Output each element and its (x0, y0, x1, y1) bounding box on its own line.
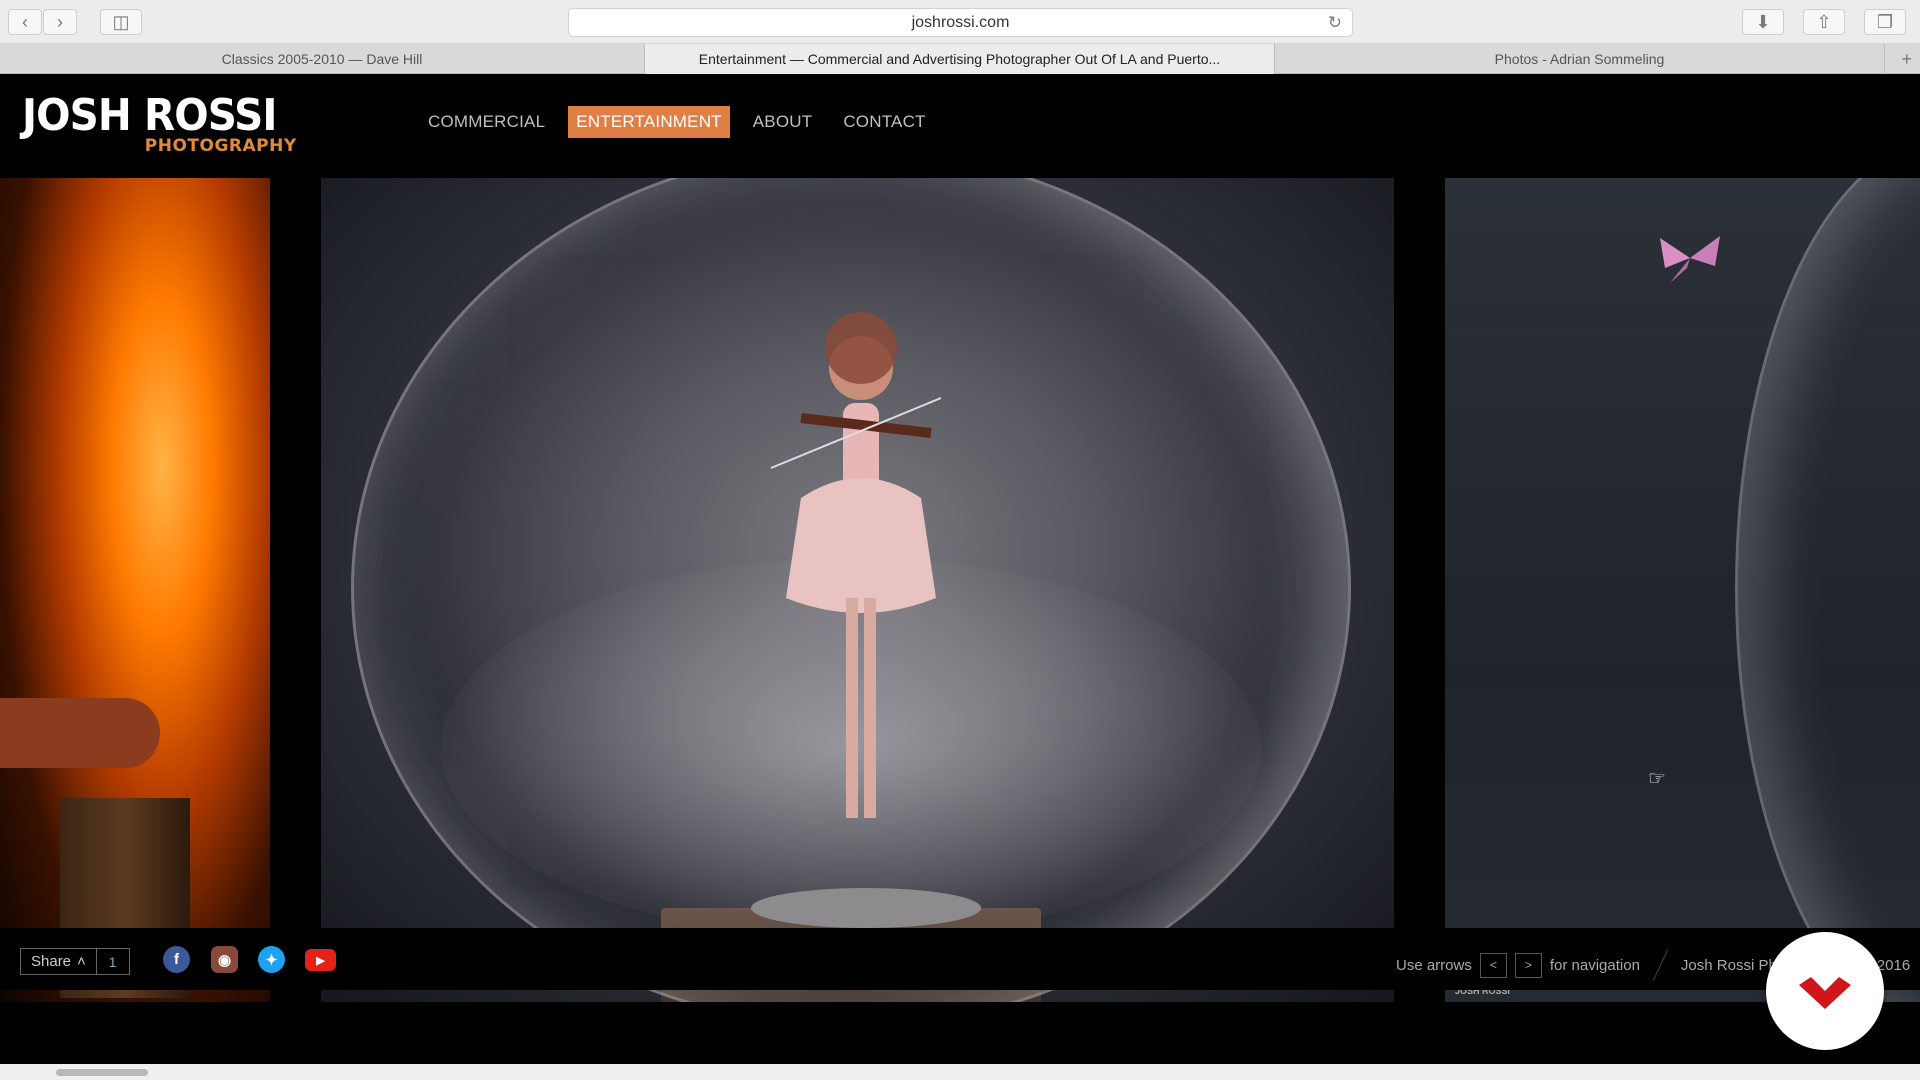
browser-toolbar: ‹ › ◫ joshrossi.com ↻ ⬇ ⇧ ❐ (0, 0, 1920, 44)
gallery-photo-next[interactable]: JOSH ROSSI (1445, 178, 1920, 1002)
copyright-year: 2016 (1876, 956, 1911, 974)
butterfly-image (1660, 236, 1720, 283)
logo-main: JOSH ROSSI (22, 90, 277, 141)
snow-globe-image (1735, 178, 1920, 1002)
page: JOSH ROSSI PHOTOGRAPHY COMMERCIAL ENTERT… (0, 74, 1920, 1064)
nav-hint-prefix: Use arrows (1396, 956, 1472, 974)
copyright-text: Josh Rossi Ph (1680, 956, 1777, 974)
share-button[interactable]: Share ˄ (21, 949, 97, 974)
share-count: 1 (108, 953, 117, 970)
address-bar[interactable]: joshrossi.com ↻ (568, 8, 1353, 37)
forward-button[interactable]: › (43, 9, 77, 35)
chevron-up-icon: ˄ (77, 953, 86, 970)
divider (1652, 949, 1669, 981)
gallery-photo-previous[interactable] (0, 178, 270, 1002)
twitter-icon[interactable]: ✦ (258, 946, 285, 973)
new-tab-button[interactable]: + (1901, 49, 1912, 70)
nav-commercial[interactable]: COMMERCIAL (420, 106, 553, 138)
downloads-button[interactable]: ⬇ (1742, 9, 1784, 35)
back-button[interactable]: ‹ (8, 9, 42, 35)
horizontal-scrollbar[interactable] (0, 1064, 1920, 1080)
fire-figure-image (0, 698, 160, 768)
tab-overview-button[interactable]: ❐ (1864, 9, 1906, 35)
facebook-icon[interactable]: f (163, 946, 190, 973)
nav-about[interactable]: ABOUT (745, 106, 821, 138)
sidebar-toggle-button[interactable]: ◫ (100, 9, 142, 35)
nav-contact[interactable]: CONTACT (835, 106, 933, 138)
floating-logo-badge[interactable] (1766, 932, 1884, 1050)
nav-entertainment[interactable]: ENTERTAINMENT (568, 106, 730, 138)
tab-bar: Classics 2005-2010 — Dave Hill Entertain… (0, 44, 1920, 74)
chevron-logo-icon (1799, 977, 1851, 1009)
hand-cursor-icon: ☞ (1648, 768, 1666, 790)
scrollbar-thumb[interactable] (56, 1069, 148, 1076)
next-arrow-button[interactable]: > (1514, 952, 1542, 978)
reload-icon[interactable]: ↻ (1328, 13, 1342, 33)
url-text: joshrossi.com (911, 13, 1010, 31)
logo-sub: PHOTOGRAPHY (144, 136, 297, 156)
main-nav: COMMERCIAL ENTERTAINMENT ABOUT CONTACT (420, 106, 949, 138)
site-footer: Share ˄ 1 f ◉ ✦ ▶ Use arrows < > for nav… (0, 928, 1920, 990)
share-widget[interactable]: Share ˄ 1 (20, 948, 130, 975)
tab-dave-hill[interactable]: Classics 2005-2010 — Dave Hill (0, 44, 645, 74)
tab-title: Classics 2005-2010 — Dave Hill (221, 51, 423, 67)
tab-entertainment[interactable]: Entertainment — Commercial and Advertisi… (645, 44, 1275, 74)
prev-arrow-button[interactable]: < (1479, 952, 1507, 978)
share-label: Share (31, 953, 72, 970)
snow-globe-image (351, 178, 1351, 1002)
share-sheet-button[interactable]: ⇧ (1803, 9, 1845, 35)
tab-title: Entertainment — Commercial and Advertisi… (698, 51, 1221, 67)
tab-adrian-sommeling[interactable]: Photos - Adrian Sommeling (1275, 44, 1885, 74)
gallery-photo-current[interactable] (321, 178, 1394, 1002)
site-logo[interactable]: JOSH ROSSI PHOTOGRAPHY (22, 90, 299, 157)
instagram-icon[interactable]: ◉ (211, 946, 238, 973)
tab-title: Photos - Adrian Sommeling (1494, 51, 1665, 67)
nav-hint-suffix: for navigation (1549, 956, 1640, 974)
youtube-icon[interactable]: ▶ (305, 949, 336, 971)
